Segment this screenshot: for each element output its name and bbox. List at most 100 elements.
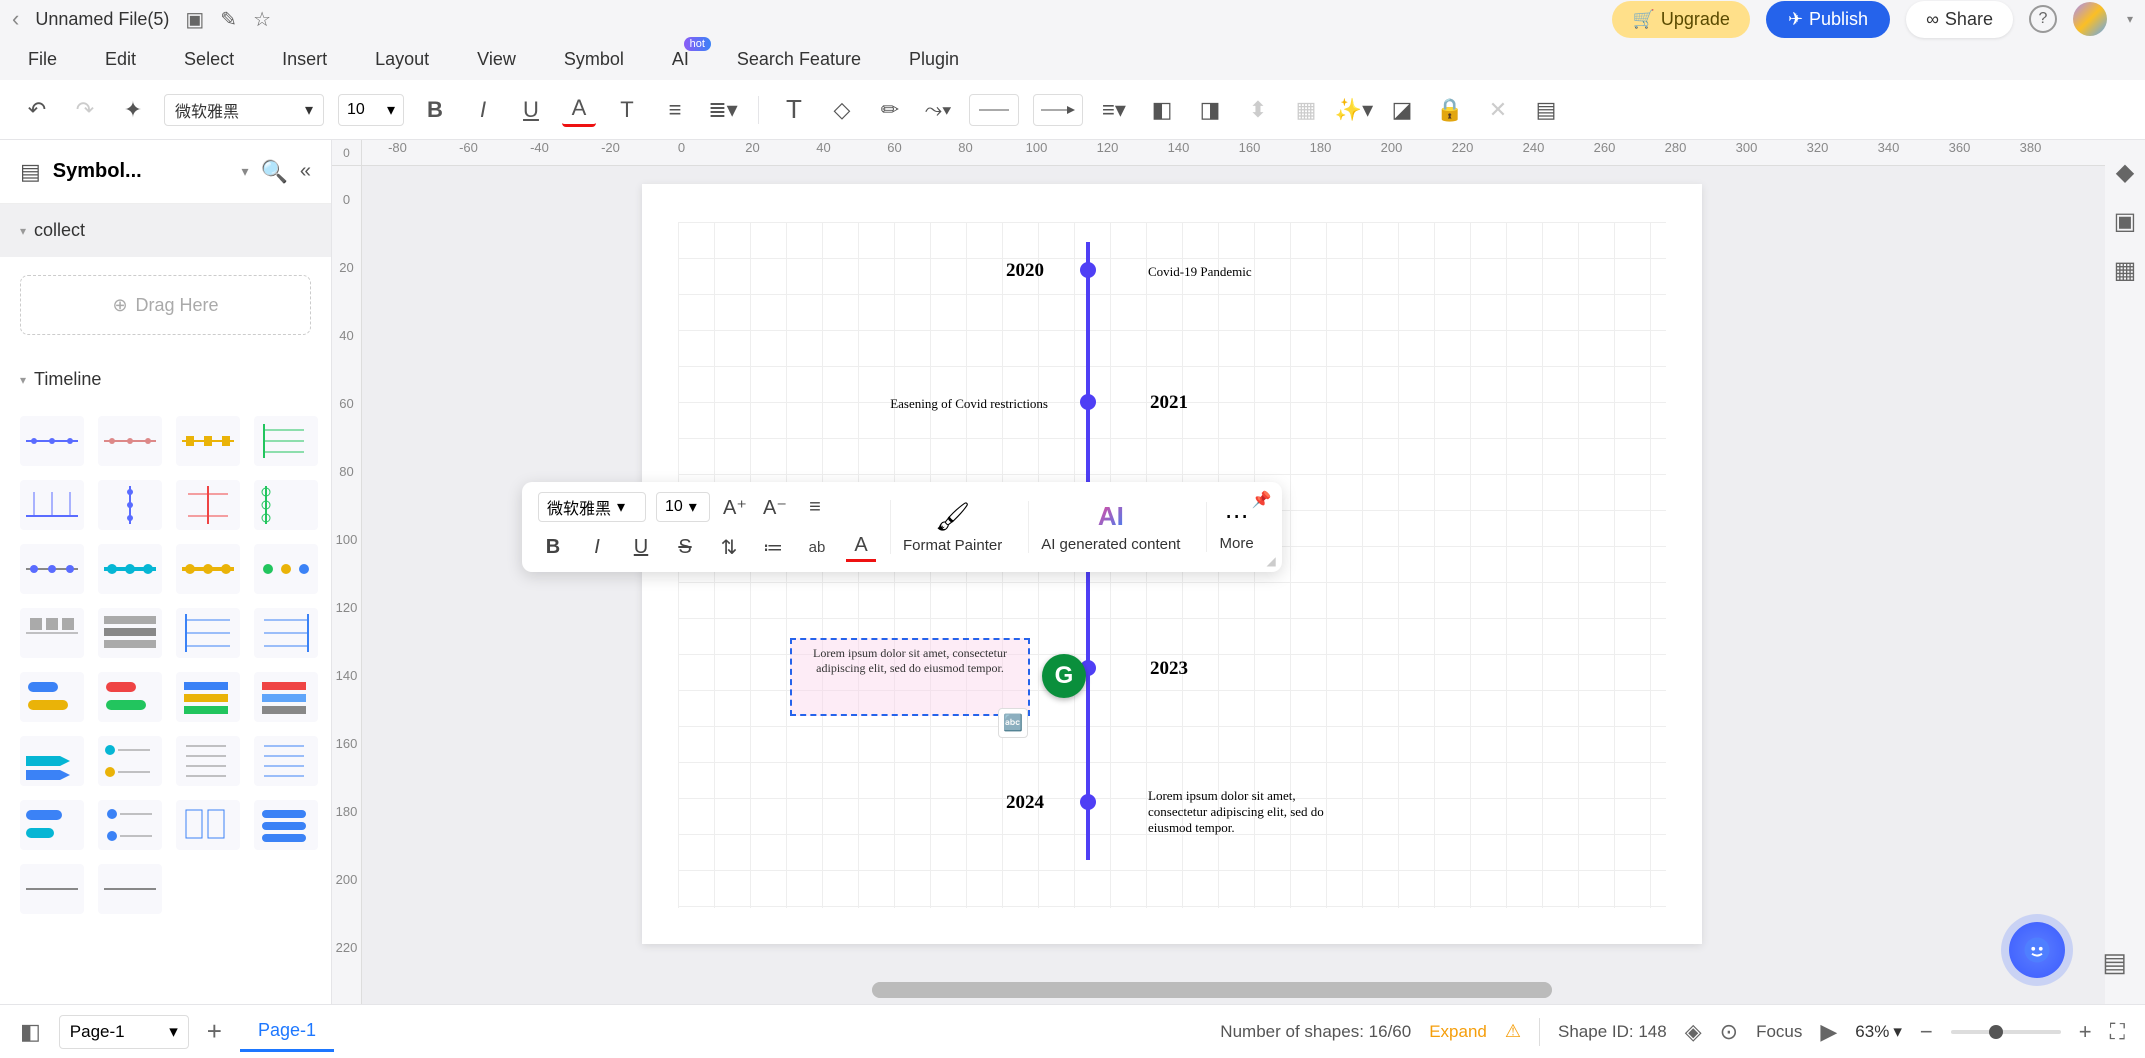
list-icon[interactable]: ≔ xyxy=(758,532,788,562)
help-icon[interactable]: ? xyxy=(2029,5,2057,33)
warning-icon[interactable]: ⚠ xyxy=(1505,1021,1521,1042)
menu-insert[interactable]: Insert xyxy=(282,49,327,70)
zoom-out-icon[interactable]: − xyxy=(1920,1019,1933,1045)
section-collect-header[interactable]: ▾collect xyxy=(20,220,311,241)
timeline-thumb[interactable] xyxy=(98,608,162,658)
play-icon[interactable]: ▶ xyxy=(1820,1019,1837,1045)
layers-icon[interactable]: ▣ xyxy=(2114,207,2137,236)
zoom-select[interactable]: 63%▾ xyxy=(1855,1022,1902,1042)
timeline-thumb[interactable] xyxy=(20,480,84,530)
zoom-slider[interactable] xyxy=(1951,1030,2061,1034)
italic-icon[interactable]: I xyxy=(466,93,500,127)
timeline-thumb[interactable] xyxy=(254,800,318,850)
share-button[interactable]: ∞Share xyxy=(1906,1,2013,38)
timeline-thumb[interactable] xyxy=(176,672,240,722)
scrollbar-thumb[interactable] xyxy=(872,982,1552,998)
menu-symbol[interactable]: Symbol xyxy=(564,49,624,70)
line-style-select[interactable] xyxy=(969,94,1019,126)
timeline-node[interactable] xyxy=(1080,394,1096,410)
timeline-thumb[interactable] xyxy=(254,416,318,466)
avatar[interactable] xyxy=(2073,2,2107,36)
timeline-desc[interactable]: Lorem ipsum dolor sit amet, consectetur … xyxy=(1148,788,1358,836)
timeline-thumb[interactable] xyxy=(254,480,318,530)
collapse-icon[interactable]: « xyxy=(300,160,311,183)
menu-file[interactable]: File xyxy=(28,49,57,70)
floating-format-toolbar[interactable]: 📌 微软雅黑▾ 10▾ A⁺ A⁻ ≡ B I U S ⇅ ≔ ab xyxy=(522,482,1282,572)
resize-handle-icon[interactable]: ◢ xyxy=(1266,554,1275,568)
fill-tool-icon[interactable]: ◆ xyxy=(2116,158,2134,187)
timeline-thumb[interactable] xyxy=(20,800,84,850)
apps-icon[interactable]: ▦ xyxy=(2114,256,2137,285)
avatar-caret-icon[interactable]: ▾ xyxy=(2127,12,2133,26)
font-color-icon[interactable]: A xyxy=(562,93,596,127)
timeline-thumb[interactable] xyxy=(20,544,84,594)
bring-front-icon[interactable]: ◧ xyxy=(1145,93,1179,127)
effects-icon[interactable]: ✨▾ xyxy=(1337,93,1371,127)
export-icon[interactable]: ✎ xyxy=(220,7,237,32)
focus-target-icon[interactable]: ⊙ xyxy=(1720,1019,1738,1045)
format-painter-icon[interactable]: ✦ xyxy=(116,93,150,127)
timeline-thumb[interactable] xyxy=(176,736,240,786)
timeline-thumb[interactable] xyxy=(98,736,162,786)
panel-toggle-icon[interactable]: ◧ xyxy=(20,1019,41,1045)
timeline-node[interactable] xyxy=(1080,262,1096,278)
menu-ai[interactable]: AIhot xyxy=(672,49,689,70)
menu-select[interactable]: Select xyxy=(184,49,234,70)
timeline-thumb[interactable] xyxy=(254,672,318,722)
timeline-thumb[interactable] xyxy=(254,608,318,658)
timeline-thumb[interactable] xyxy=(20,608,84,658)
timeline-thumb[interactable] xyxy=(98,864,162,914)
canvas[interactable]: 0 -80-60-40-2002040608010012014016018020… xyxy=(332,140,2145,1004)
page-tab[interactable]: Page-1 xyxy=(240,1012,334,1052)
timeline-thumb[interactable] xyxy=(20,416,84,466)
ai-content-button[interactable]: AI AI generated content xyxy=(1028,501,1192,553)
search-icon[interactable]: 🔍 xyxy=(260,159,287,185)
strike-icon[interactable]: S xyxy=(670,532,700,562)
float-size-select[interactable]: 10▾ xyxy=(656,492,710,522)
line-height-icon[interactable]: ⇅ xyxy=(714,532,744,562)
expand-link[interactable]: Expand xyxy=(1429,1022,1487,1042)
horizontal-scrollbar[interactable] xyxy=(872,982,1552,998)
menu-edit[interactable]: Edit xyxy=(105,49,136,70)
timeline-thumb[interactable] xyxy=(20,736,84,786)
increase-font-icon[interactable]: A⁺ xyxy=(720,492,750,522)
lettercase-icon[interactable]: ab xyxy=(802,532,832,562)
decrease-font-icon[interactable]: A⁻ xyxy=(760,492,790,522)
data-icon[interactable]: ▤ xyxy=(1529,93,1563,127)
zoom-in-icon[interactable]: + xyxy=(2079,1019,2092,1045)
italic-icon[interactable]: I xyxy=(582,532,612,562)
menu-plugin[interactable]: Plugin xyxy=(909,49,959,70)
lock-icon[interactable]: 🔒 xyxy=(1433,93,1467,127)
library-icon[interactable]: ▤ xyxy=(20,159,41,185)
text-color-icon[interactable]: A xyxy=(846,532,876,562)
timeline-thumb[interactable] xyxy=(98,800,162,850)
save-icon[interactable]: ▣ xyxy=(185,7,204,32)
fill-icon[interactable]: ◇ xyxy=(825,93,859,127)
bold-icon[interactable]: B xyxy=(418,93,452,127)
format-painter-button[interactable]: 🖌 Format Painter xyxy=(890,500,1014,554)
line-weight-icon[interactable]: ≡▾ xyxy=(1097,93,1131,127)
fullscreen-icon[interactable]: ⛶ xyxy=(2110,1019,2125,1045)
size-select[interactable]: 10▾ xyxy=(338,94,404,126)
layers-icon[interactable]: ◈ xyxy=(1685,1019,1702,1045)
bold-icon[interactable]: B xyxy=(538,532,568,562)
file-name[interactable]: Unnamed File(5) xyxy=(35,9,169,30)
publish-button[interactable]: ✈Publish xyxy=(1766,1,1890,38)
timeline-thumb[interactable] xyxy=(98,480,162,530)
pin-icon[interactable]: 📌 xyxy=(1252,490,1272,510)
timeline-thumb[interactable] xyxy=(98,544,162,594)
timeline-thumb[interactable] xyxy=(98,416,162,466)
focus-label[interactable]: Focus xyxy=(1756,1022,1802,1042)
font-select[interactable]: 微软雅黑▾ xyxy=(164,94,324,126)
slider-thumb[interactable] xyxy=(1989,1025,2003,1039)
drag-here-zone[interactable]: ⊕Drag Here xyxy=(20,275,311,335)
timeline-node[interactable] xyxy=(1080,794,1096,810)
add-page-icon[interactable]: + xyxy=(207,1016,222,1047)
menu-view[interactable]: View xyxy=(477,49,516,70)
timeline-thumb[interactable] xyxy=(176,416,240,466)
timeline-desc[interactable]: Covid-19 Pandemic xyxy=(1148,264,1252,280)
upgrade-button[interactable]: 🛒Upgrade xyxy=(1612,1,1749,38)
connector-icon[interactable]: ⤳▾ xyxy=(921,93,955,127)
timeline-thumb[interactable] xyxy=(176,544,240,594)
menu-search-feature[interactable]: Search Feature xyxy=(737,49,861,70)
